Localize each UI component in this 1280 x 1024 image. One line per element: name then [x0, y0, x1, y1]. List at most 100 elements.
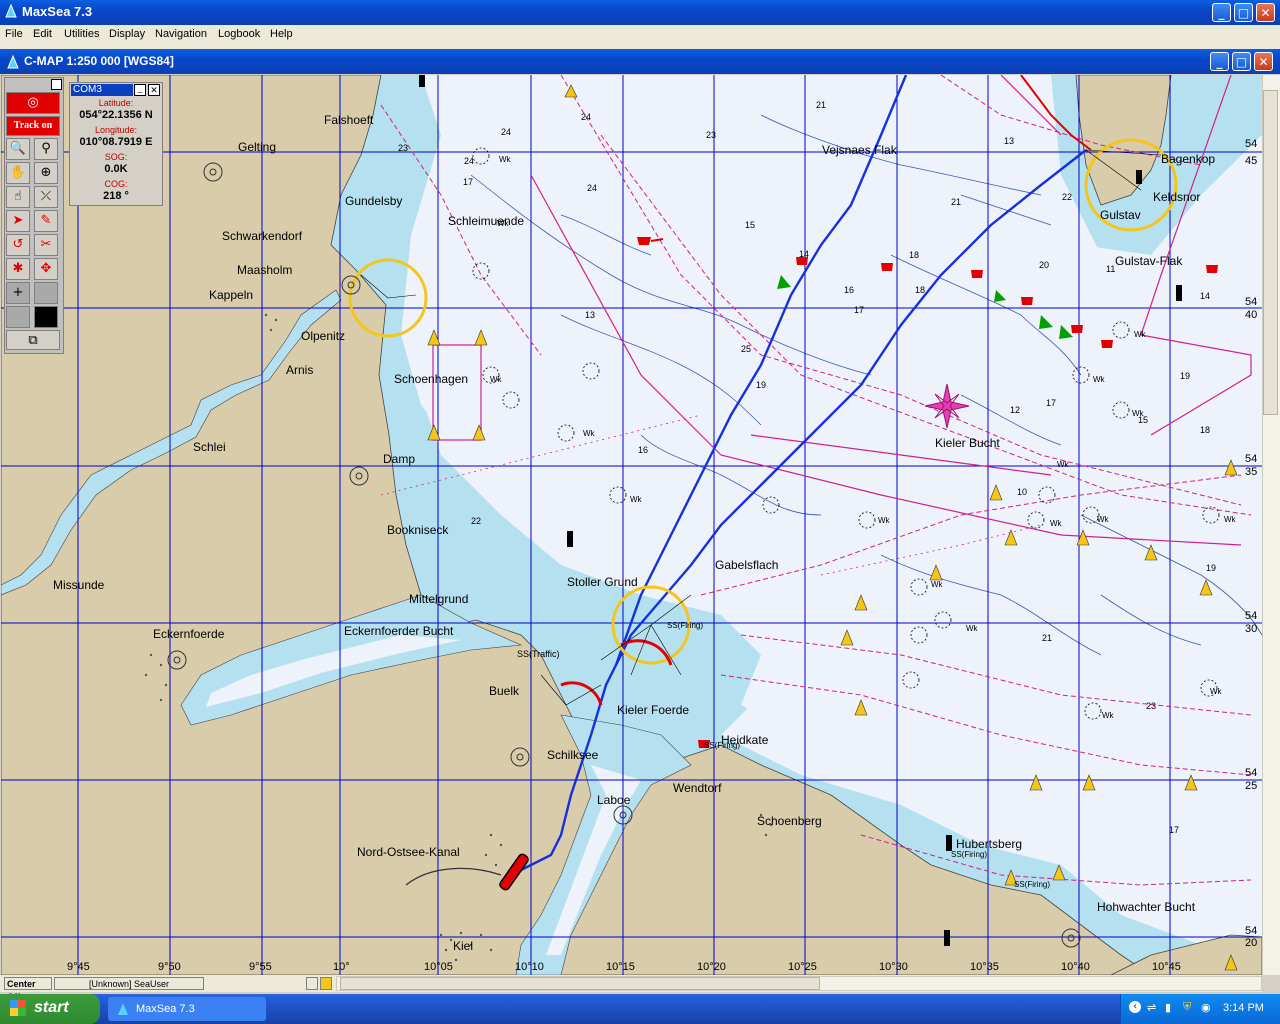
place-name: Eckernfoerde	[153, 627, 225, 641]
speaker-icon[interactable]: ◉	[1201, 1001, 1211, 1014]
depth-sounding: 16	[844, 285, 855, 295]
wreck-label: Wk	[630, 495, 642, 504]
mob-icon[interactable]: ✱	[6, 258, 30, 280]
wreck-label: Wk	[490, 375, 502, 384]
start-button[interactable]: start	[0, 994, 100, 1024]
menu-logbook[interactable]: Logbook	[218, 28, 260, 40]
plus-icon[interactable]: +	[6, 282, 30, 304]
nautical-chart[interactable]: Falshoeft Gelting Gundelsby Schwarkendorf Ma…	[1, 75, 1262, 975]
menu-file[interactable]: File	[5, 28, 23, 40]
signal-icon[interactable]: ▮	[1165, 1001, 1171, 1014]
longitude-label: 10°30	[879, 961, 908, 973]
latitude-label: 54	[1245, 453, 1258, 465]
night-mode-button[interactable]	[34, 306, 58, 328]
status-box-2[interactable]	[320, 977, 332, 990]
place-name: Kieler Foerde	[617, 703, 690, 717]
place-name: Nord-Ostsee-Kanal	[357, 845, 460, 859]
wreck-label: Wk	[1132, 409, 1144, 418]
taskbar-item-maxsea[interactable]: MaxSea 7.3	[108, 997, 266, 1021]
longitude-label: 10°40	[1061, 961, 1090, 973]
menu-navigation[interactable]: Navigation	[155, 28, 207, 40]
firing-label: SS(Firing)	[667, 621, 704, 630]
depth-sounding: 15	[745, 220, 756, 230]
vertical-scroll-thumb[interactable]	[1263, 90, 1278, 415]
pan-hand-icon[interactable]: ✋	[6, 162, 30, 184]
latitude-label: 30	[1245, 623, 1258, 635]
depth-sounding: 17	[854, 305, 865, 315]
menu-display[interactable]: Display	[109, 28, 145, 40]
panel-minimize-icon[interactable]: _	[134, 84, 146, 96]
chart-minimize-button[interactable]: _	[1210, 52, 1229, 71]
panel-close-icon[interactable]: ✕	[148, 84, 160, 96]
sog-label: SOG:	[104, 152, 128, 162]
pointer-icon[interactable]: ➤	[6, 210, 30, 232]
menu-edit[interactable]: Edit	[33, 28, 52, 40]
minimize-button[interactable]: _	[1212, 3, 1231, 22]
undo-icon[interactable]: ↺	[6, 234, 30, 256]
longitude-label: 9°55	[249, 961, 272, 973]
latitude-label: 54	[1245, 138, 1258, 150]
latitude-label: 40	[1245, 309, 1258, 321]
place-name: Wendtorf	[673, 781, 722, 795]
status-box-1[interactable]	[306, 977, 318, 990]
depth-sounding: 17	[1169, 825, 1180, 835]
clock: 3:14 PM	[1223, 1002, 1264, 1014]
place-name: Hohwachter Bucht	[1097, 900, 1196, 914]
depth-sounding: 17	[463, 177, 474, 187]
wreck-label: Wk	[497, 219, 509, 228]
window-toggle-icon[interactable]: ⧉	[6, 330, 60, 350]
track-on-button[interactable]: Track on	[6, 116, 60, 136]
place-name: Schwarkendorf	[222, 229, 303, 243]
blank-tool-1[interactable]	[34, 282, 58, 304]
pencil-icon[interactable]: ✎	[34, 210, 58, 232]
center-off-button[interactable]: Center Off	[4, 977, 52, 1002]
chart-maximize-button[interactable]: □	[1232, 52, 1251, 71]
chart-close-button[interactable]: ✕	[1254, 52, 1273, 71]
place-name: Arnis	[286, 363, 314, 377]
depth-sounding: 21	[1042, 633, 1053, 643]
depth-sounding: 18	[909, 250, 920, 260]
place-name: Schilksee	[547, 748, 599, 762]
route-tool-icon[interactable]: ⤫	[34, 186, 58, 208]
longitude-label: 10°25	[788, 961, 817, 973]
wreck-label: Wk	[966, 624, 978, 633]
security-shield-icon[interactable]: ⛨	[1183, 1001, 1191, 1014]
zoom-icon[interactable]: 🔍	[6, 138, 30, 160]
close-button[interactable]: ✕	[1256, 3, 1275, 22]
depth-sounding: 19	[1180, 371, 1191, 381]
longitude-label: 10°20	[697, 961, 726, 973]
depth-sounding: 18	[915, 285, 926, 295]
user-status: [Unknown] SeaUser	[54, 977, 204, 990]
scissors-icon[interactable]: ✂	[34, 234, 58, 256]
app-title: MaxSea 7.3	[22, 4, 93, 19]
depth-sounding: 24	[501, 127, 512, 137]
depth-sounding: 24	[464, 156, 475, 166]
horizontal-scroll-thumb[interactable]	[340, 977, 820, 990]
place-name: Olpenitz	[301, 329, 346, 343]
record-button[interactable]: ◎	[6, 92, 60, 114]
menu-help[interactable]: Help	[270, 28, 293, 40]
toolbox-restore-icon[interactable]	[51, 79, 62, 90]
latitude-label: Latitude:	[98, 98, 134, 108]
longitude-label: 10°05	[424, 961, 453, 973]
place-name: Gundelsby	[345, 194, 403, 208]
maximize-button[interactable]: □	[1234, 3, 1253, 22]
compass-tool-icon[interactable]: ⚲	[34, 138, 58, 160]
blank-tool-2[interactable]	[6, 306, 30, 328]
network-icon[interactable]: ⇌	[1147, 1001, 1156, 1014]
windows-logo-icon	[10, 1000, 26, 1016]
place-name: Keldsnor	[1153, 190, 1201, 204]
place-name: Stoller Grund	[567, 575, 638, 589]
menu-utilities[interactable]: Utilities	[64, 28, 99, 40]
move-icon[interactable]: ✥	[34, 258, 58, 280]
tray-expand-icon[interactable]: ‹	[1129, 1001, 1141, 1013]
depth-sounding: 14	[1200, 291, 1211, 301]
crosshair-icon[interactable]: ⊕	[34, 162, 58, 184]
latitude-label: 54	[1245, 610, 1258, 622]
sog-value: 0.0K	[104, 163, 128, 175]
drag-hand-icon[interactable]: ☝	[6, 186, 30, 208]
latitude-label: 54	[1245, 296, 1258, 308]
depth-sounding: 12	[1010, 405, 1021, 415]
depth-sounding: 21	[951, 197, 962, 207]
maxsea-task-icon	[118, 1003, 128, 1015]
